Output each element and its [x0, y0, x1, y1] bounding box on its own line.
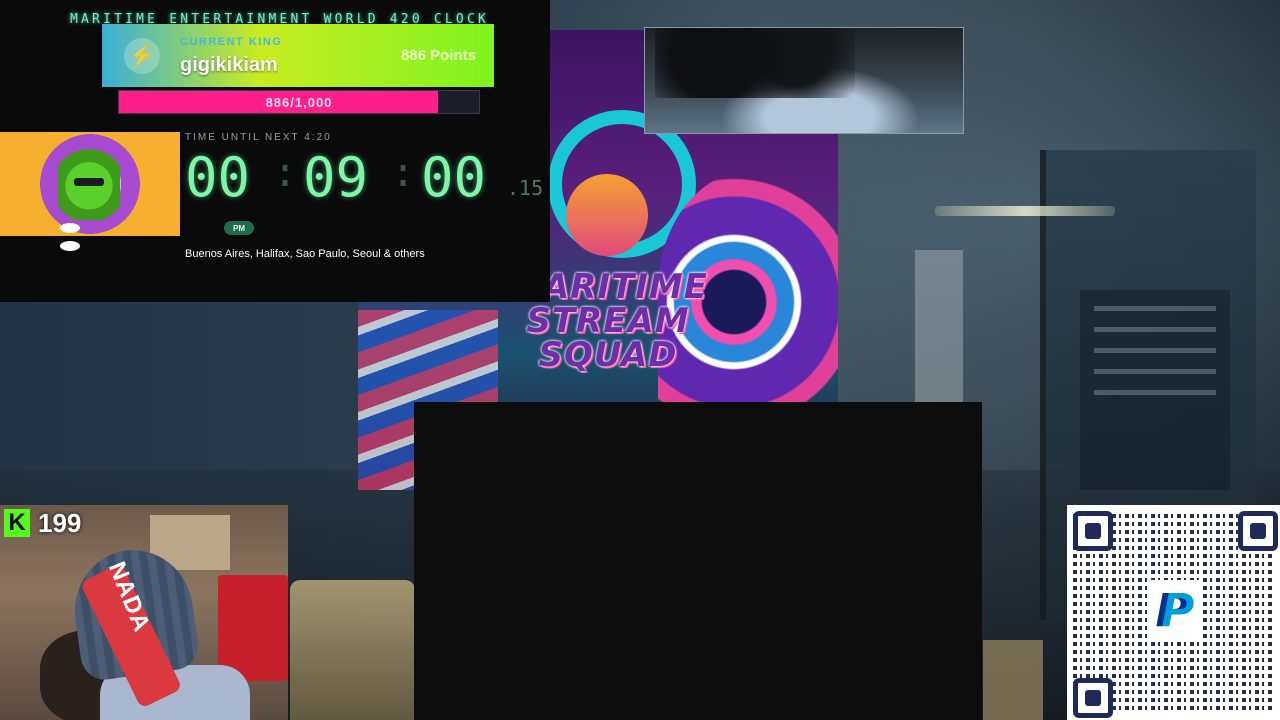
scene-ceiling-light	[935, 206, 1115, 216]
subscriber-count: 199	[38, 507, 82, 538]
scene-hours-sign	[1080, 290, 1230, 490]
scene-chair	[290, 580, 415, 720]
clock-overlay-panel: MARITIME ENTERTAINMENT WORLD 420 CLOCK ⚡…	[0, 0, 550, 302]
timer-separator: :	[273, 150, 298, 196]
poster-sun	[566, 174, 648, 256]
mascot-sunglasses	[74, 178, 104, 186]
preview-rocks	[655, 28, 855, 98]
scene-chair-right	[983, 640, 1043, 720]
timezone-cities: Buenos Aires, Halifax, Sao Paulo, Seoul …	[185, 248, 425, 260]
timer-seconds: 00	[421, 146, 487, 209]
gameplay-preview	[644, 27, 964, 134]
leaf-mascot-icon	[58, 144, 120, 220]
webcam-red-fridge	[218, 575, 288, 681]
countdown-timer: 00 : 09 : 00 .15	[185, 146, 550, 210]
video-placeholder	[414, 402, 982, 720]
paypal-qr-code[interactable]: PP	[1067, 505, 1280, 720]
ampm-badge: PM	[224, 221, 254, 235]
cannabis-mascot-image	[0, 132, 180, 251]
lightning-icon: ⚡	[124, 38, 160, 74]
timer-separator: :	[391, 150, 416, 196]
points-progress-bar: 886/1,000	[118, 90, 480, 114]
timer-hours: 00	[185, 146, 251, 209]
current-king-label: CURRENT KING	[180, 36, 283, 48]
current-king-card: ⚡ CURRENT KING gigikikiam 886 Points	[102, 24, 494, 87]
progress-text: 886/1,000	[265, 94, 333, 110]
qr-finder-top-left	[1073, 511, 1113, 551]
timer-label: TIME UNTIL NEXT 4:20	[185, 132, 332, 143]
mascot-feet	[60, 220, 120, 251]
king-points: 886 Points	[400, 47, 476, 64]
timer-minutes: 09	[303, 146, 369, 209]
scene-pillar	[915, 250, 963, 410]
qr-finder-bottom-left	[1073, 678, 1113, 718]
kick-subscriber-badge: K 199	[0, 505, 81, 541]
timer-fraction: .15	[507, 176, 544, 200]
paypal-icon: PP	[1147, 580, 1202, 640]
king-name: gigikikiam	[180, 54, 278, 76]
kick-icon: K	[4, 509, 30, 537]
qr-finder-top-right	[1238, 511, 1278, 551]
